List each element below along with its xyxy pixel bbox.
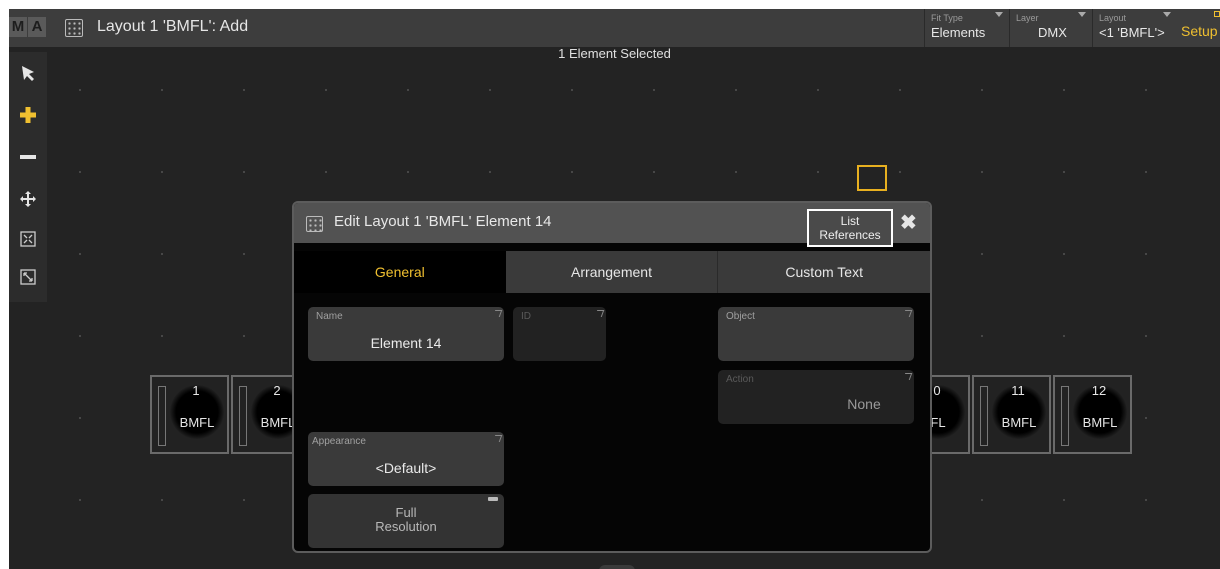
edit-corner-icon	[902, 373, 913, 380]
name-field[interactable]: Name Element 14	[308, 307, 504, 361]
logo-m: M	[9, 17, 27, 37]
id-field-label: ID	[521, 311, 531, 322]
tab-arrangement[interactable]: Arrangement	[505, 251, 719, 293]
full-resolution-label: Full Resolution	[375, 505, 437, 534]
fixture-dimmer-bar	[1061, 386, 1069, 446]
setup-indicator-icon	[1214, 11, 1220, 17]
layout-editor-window: M A Layout 1 'BMFL': Add Fit Type Elemen…	[9, 9, 1220, 569]
tab-custom-text[interactable]: Custom Text	[718, 251, 930, 293]
layout-view-icon	[65, 19, 83, 37]
layer-label: Layer	[1016, 13, 1039, 23]
name-field-value: Element 14	[370, 335, 442, 351]
fixture-number: 1	[192, 383, 200, 398]
layout-toolbar	[9, 52, 47, 302]
toggle-indicator-icon	[488, 497, 498, 501]
appearance-field-label: Appearance	[312, 436, 366, 447]
layer-value: DMX	[1038, 25, 1067, 40]
remove-minus-icon[interactable]	[13, 140, 43, 174]
selection-status: 1 Element Selected	[558, 46, 671, 61]
dropdown-triangle-icon	[1163, 12, 1171, 17]
fixture-element[interactable]: 1 BMFL	[150, 375, 229, 454]
edit-corner-icon	[492, 435, 503, 442]
edit-corner-icon	[902, 310, 913, 317]
layout-view-icon	[306, 216, 323, 232]
id-field[interactable]: ID	[513, 307, 606, 361]
fixture-element[interactable]: 12 BMFL	[1053, 375, 1132, 454]
fixture-name: BMFL	[1082, 415, 1118, 430]
logo-a: A	[28, 17, 46, 37]
tab-general[interactable]: General	[294, 251, 506, 293]
fit-icon[interactable]	[13, 222, 43, 256]
resize-icon[interactable]	[13, 260, 43, 294]
list-references-button[interactable]: List References	[807, 209, 893, 247]
action-field-label: Action	[726, 374, 754, 385]
full-resolution-toggle[interactable]: Full Resolution	[308, 494, 504, 548]
ma-logo[interactable]: M A	[9, 17, 47, 37]
add-plus-icon[interactable]	[13, 98, 43, 132]
fixture-dimmer-bar	[980, 386, 988, 446]
fixture-dimmer-bar	[239, 386, 247, 446]
edit-element-dialog: Edit Layout 1 'BMFL' Element 14 ✖ List R…	[292, 201, 932, 553]
fixture-number: 12	[1091, 383, 1107, 398]
setup-button[interactable]: Setup	[1181, 23, 1218, 39]
dialog-title: Edit Layout 1 'BMFL' Element 14	[334, 213, 552, 230]
fit-type-selector[interactable]: Fit Type Elements	[924, 9, 1007, 47]
dropdown-triangle-icon	[1078, 12, 1086, 17]
window-title: Layout 1 'BMFL': Add	[97, 18, 249, 35]
appearance-field-value: <Default>	[375, 460, 437, 476]
fixture-dimmer-bar	[158, 386, 166, 446]
action-field[interactable]: Action None	[718, 370, 914, 424]
close-icon[interactable]: ✖	[900, 210, 917, 235]
action-field-value: None	[847, 396, 881, 412]
title-bar: M A Layout 1 'BMFL': Add Fit Type Elemen…	[9, 9, 1220, 47]
layout-selector[interactable]: Layout <1 'BMFL'>	[1092, 9, 1175, 47]
object-field[interactable]: Object	[718, 307, 914, 361]
fixture-number: 2	[273, 383, 281, 398]
fit-type-label: Fit Type	[931, 13, 963, 23]
layout-label: Layout	[1099, 13, 1127, 23]
fixture-element[interactable]: 11 BMFL	[972, 375, 1051, 454]
move-icon[interactable]	[13, 182, 43, 216]
appearance-field[interactable]: Appearance <Default>	[308, 432, 504, 486]
fit-type-value: Elements	[931, 25, 986, 40]
edit-corner-icon	[492, 310, 503, 317]
selected-element-marker[interactable]	[857, 165, 887, 191]
edit-corner-icon	[594, 310, 605, 317]
fixture-name: BMFL	[1001, 415, 1037, 430]
name-field-label: Name	[316, 311, 343, 322]
fixture-number: 11	[1011, 383, 1025, 398]
select-arrow-icon[interactable]	[13, 56, 43, 90]
bottom-handle[interactable]	[599, 565, 635, 569]
layout-value: <1 'BMFL'>	[1099, 25, 1165, 40]
layer-selector[interactable]: Layer DMX	[1009, 9, 1090, 47]
dialog-tabs: General Arrangement Custom Text	[294, 251, 930, 293]
dropdown-triangle-icon	[995, 12, 1003, 17]
fixture-name: BMFL	[179, 415, 215, 430]
object-field-label: Object	[726, 311, 755, 322]
